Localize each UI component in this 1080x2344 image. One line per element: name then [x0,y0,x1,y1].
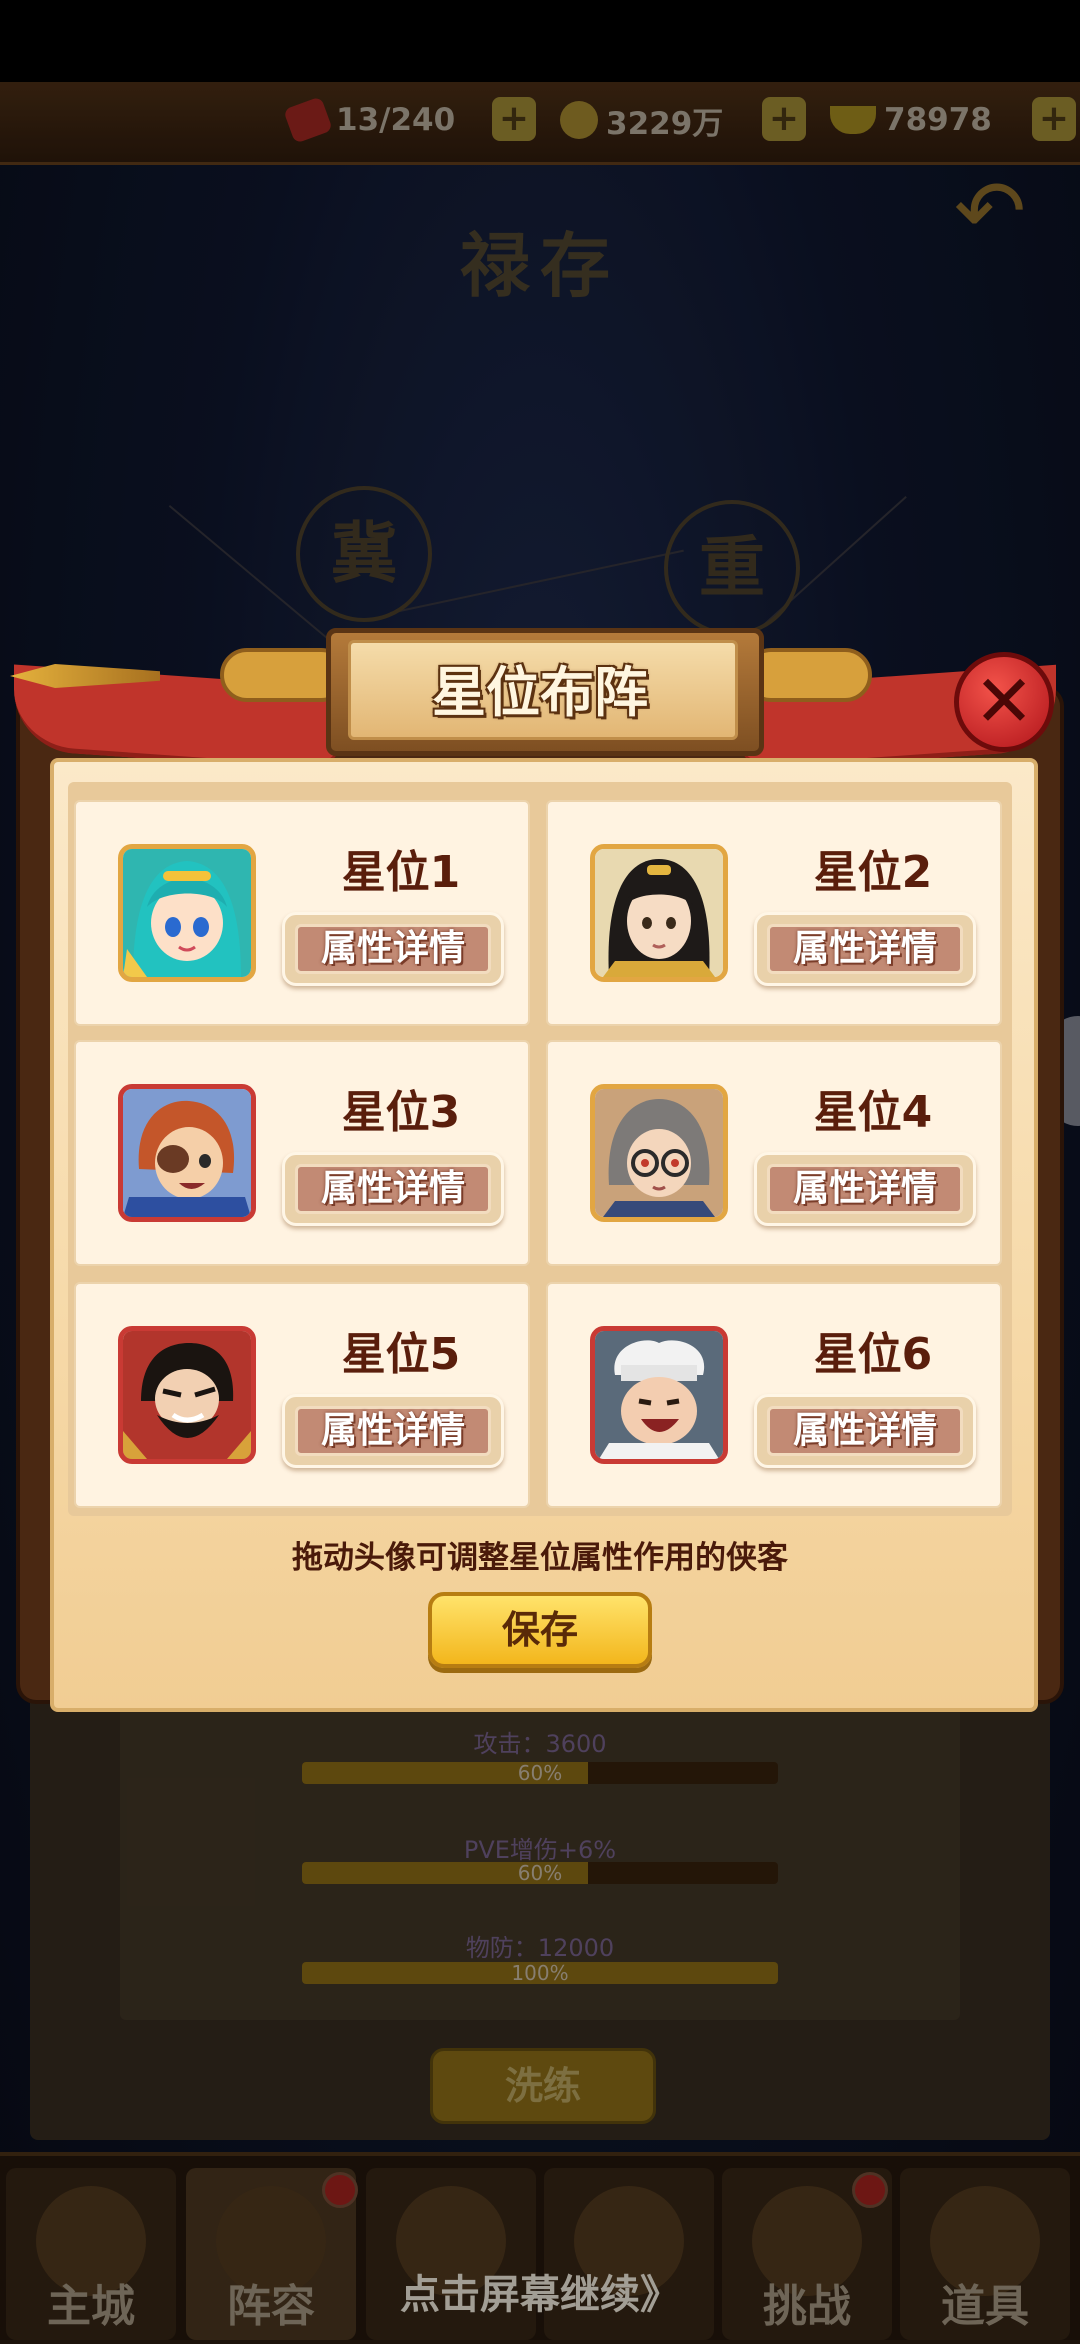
attribute-details-button[interactable]: 属性详情 [754,1152,976,1226]
attribute-details-button[interactable]: 属性详情 [282,1394,504,1468]
drag-hint-text: 拖动头像可调整星位属性作用的侠客 [292,1540,788,1576]
save-button[interactable]: 保存 [428,1592,652,1668]
star-slot-2: 星位2 属性详情 [546,800,1002,1026]
modal-title: 星位布阵 [432,661,648,724]
hero-portrait-icon [123,849,251,977]
hero-avatar-chef[interactable] [590,1326,728,1464]
hero-portrait-icon [595,849,723,977]
hero-portrait-icon [123,1089,251,1217]
hero-avatar-bearded-general[interactable] [118,1326,256,1464]
hero-avatar-glasses-scholar[interactable] [590,1084,728,1222]
slot-label: 星位6 [813,1329,933,1380]
slot-label: 星位2 [813,847,933,898]
button-label: 属性详情 [295,924,491,974]
star-slot-5: 星位5 属性详情 [74,1282,530,1508]
hero-portrait-icon [595,1331,723,1459]
hero-avatar-dark-haired-swordsman[interactable] [590,844,728,982]
slot-label: 星位5 [341,1329,461,1380]
hero-portrait-icon [123,1331,251,1459]
button-label: 属性详情 [295,1164,491,1214]
button-label: 属性详情 [767,1406,963,1456]
star-slot-6: 星位6 属性详情 [546,1282,1002,1508]
star-slot-4: 星位4 属性详情 [546,1040,1002,1266]
slot-label: 星位4 [813,1087,933,1138]
button-label: 属性详情 [767,924,963,974]
close-icon: ✕ [973,659,1035,743]
button-label: 属性详情 [767,1164,963,1214]
hero-avatar-blue-haired-girl[interactable] [118,844,256,982]
slot-label: 星位3 [341,1087,461,1138]
attribute-details-button[interactable]: 属性详情 [282,912,504,986]
button-label: 属性详情 [295,1406,491,1456]
hero-avatar-eyepatch-pirate[interactable] [118,1084,256,1222]
attribute-details-button[interactable]: 属性详情 [754,912,976,986]
attribute-details-button[interactable]: 属性详情 [754,1394,976,1468]
close-button[interactable]: ✕ [954,652,1054,752]
hero-portrait-icon [595,1089,723,1217]
slot-label: 星位1 [341,847,461,898]
star-slot-3: 星位3 属性详情 [74,1040,530,1266]
star-slot-1: 星位1 属性详情 [74,800,530,1026]
attribute-details-button[interactable]: 属性详情 [282,1152,504,1226]
